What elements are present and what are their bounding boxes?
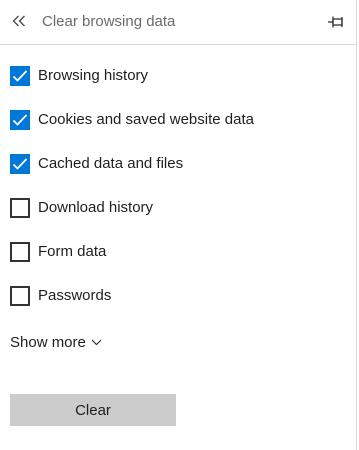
double-chevron-left-icon <box>12 15 25 27</box>
option-label: Form data <box>38 243 107 260</box>
option-download-history[interactable]: Download history <box>0 186 356 230</box>
option-label: Browsing history <box>38 67 149 84</box>
option-label: Download history <box>38 199 154 216</box>
option-cookies[interactable]: Cookies and saved website data <box>0 98 356 142</box>
browsing-history-checkbox[interactable] <box>10 66 30 86</box>
show-more-button[interactable]: Show more <box>10 332 102 352</box>
checkmark-icon <box>12 70 28 82</box>
option-label: Cached data and files <box>38 155 184 172</box>
cached-data-checkbox[interactable] <box>10 154 30 174</box>
form-data-checkbox[interactable] <box>10 242 30 262</box>
option-browsing-history[interactable]: Browsing history <box>0 54 356 98</box>
back-button[interactable] <box>9 11 29 31</box>
clear-button[interactable]: Clear <box>10 394 176 426</box>
clear-browsing-data-panel: Clear browsing data Browsing history Coo… <box>0 0 357 450</box>
checkmark-icon <box>12 114 28 126</box>
chevron-down-icon <box>91 339 102 345</box>
pin-button[interactable] <box>326 12 346 32</box>
option-label: Cookies and saved website data <box>38 111 254 128</box>
checkmark-icon <box>12 158 28 170</box>
pin-icon <box>328 16 343 28</box>
options-list: Browsing history Cookies and saved websi… <box>0 54 356 318</box>
option-form-data[interactable]: Form data <box>0 230 356 274</box>
passwords-checkbox[interactable] <box>10 286 30 306</box>
option-label: Passwords <box>38 287 112 304</box>
show-more-label: Show more <box>10 333 86 351</box>
option-passwords[interactable]: Passwords <box>0 274 356 318</box>
panel-header: Clear browsing data <box>0 0 356 45</box>
download-history-checkbox[interactable] <box>10 198 30 218</box>
option-cached-data[interactable]: Cached data and files <box>0 142 356 186</box>
panel-title: Clear browsing data <box>42 13 176 30</box>
cookies-checkbox[interactable] <box>10 110 30 130</box>
